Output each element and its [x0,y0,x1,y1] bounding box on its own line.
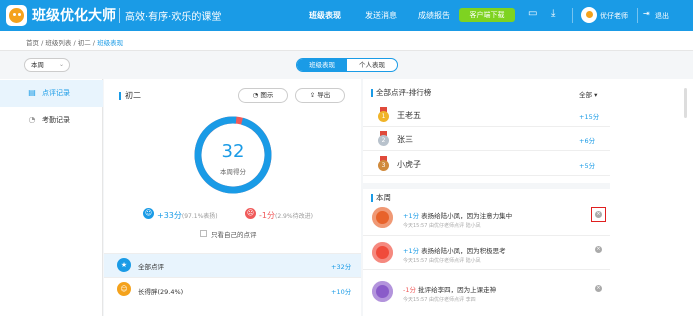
feed-meta: 今天15:57 由优仔老师点评 李四 [403,297,476,303]
frown-icon: ☹ [245,208,256,219]
divider [637,8,638,23]
nav-send-message[interactable]: 发送消息 [365,10,397,21]
scrollbar[interactable] [684,88,687,118]
breadcrumb: 首页 / 班级列表 / 初二 / 班级表现 [26,39,124,47]
app-logo [6,5,27,26]
ranking-title: 全部点评-排行榜 [371,89,431,97]
feed-meta: 今天15:57 由优仔老师点评 陆小凤 [403,223,481,229]
list-item-label: 长得胖(29.4%) [138,288,184,296]
highlight-box [591,207,606,222]
export-icon: ⇪ [309,91,316,99]
view-toggle: 班级表现 个人表现 [296,58,398,72]
positive-stat: +33分(97.1%表扬) [157,211,218,220]
delete-icon[interactable]: × [595,285,602,292]
ranking-name: 小虎子 [397,160,421,169]
feed-text: -1分 批评给李四，因为上课走神 [403,286,497,294]
feed-text: +1分 表扬给陆小凤，因为积极思考 [403,247,506,255]
score-label: 本周得分 [220,168,246,176]
score-value: 32 [221,141,245,162]
week-title: 本周 [371,194,391,202]
download-icon[interactable]: ⤓ [551,8,555,19]
list-item-value: +32分 [331,263,352,271]
gold-medal-icon: 1 [377,107,390,122]
breadcrumb-class[interactable]: 初二 [78,39,91,47]
brand-name: 班级优化大师 [32,8,116,24]
ranking-value: +6分 [579,137,596,145]
nav-grade-report[interactable]: 成绩报告 [418,10,450,21]
chevron-down-icon: ⌄ [58,61,64,68]
bronze-medal-icon: 3 [377,156,390,171]
chart-button[interactable]: ◔ 图示 [238,88,288,103]
breadcrumb-current: 班级表现 [97,39,124,47]
ranking-filter[interactable]: 全部 ▾ [579,89,597,99]
avatar: ☺ [117,282,131,296]
message-icon[interactable]: ▭ [528,8,537,19]
logout-link[interactable]: 退出 [655,11,669,21]
silver-medal-icon: 2 [377,131,390,146]
class-name: 初二 [119,92,141,100]
pie-chart-icon: ◔ [252,91,259,99]
breadcrumb-class-list[interactable]: 班级列表 [45,39,71,47]
smile-icon: ☺ [143,208,154,219]
star-icon: ★ [117,258,131,272]
sidebar-item-attendance[interactable]: 考勤记录 [0,107,103,134]
brand-slogan: 高效·有序·欢乐的课堂 [119,8,221,23]
clipboard-icon: ▤ [28,88,36,97]
list-item-label: 全部点评 [138,263,164,271]
clock-icon: ◔ [28,115,36,124]
ranking-value: +15分 [579,113,600,121]
client-download-button[interactable]: 客户端下载 [459,8,515,22]
ranking-value: +5分 [579,162,596,170]
logout-icon[interactable]: ⇥ [643,9,650,18]
negative-stat: -1分(2.9%待改进) [259,211,313,220]
search-icon [372,281,393,302]
only-mine-label: 只看自己的点评 [211,231,257,239]
ranking-name: 王老五 [397,111,421,120]
feed-meta: 今天15:57 由优仔老师点评 陆小凤 [403,258,481,264]
tab-personal-performance[interactable]: 个人表现 [347,59,397,71]
list-item-value: +10分 [331,288,352,296]
user-name[interactable]: 优仔老师 [600,11,628,21]
section-divider [363,183,610,189]
tab-class-performance[interactable]: 班级表现 [297,59,347,71]
sidebar-item-comments[interactable]: 点评记录 [0,80,103,107]
avatar[interactable] [581,7,597,23]
period-select[interactable]: 本周 ⌄ [24,58,70,72]
feed-text: +1分 表扬给陆小凤，因为注意力集中 [403,212,513,220]
export-button[interactable]: ⇪ 导出 [295,88,345,103]
divider [572,8,573,23]
caret-down-icon: ▾ [594,91,598,99]
nav-class-performance[interactable]: 班级表现 [309,10,341,21]
target-icon [372,207,393,228]
lightbulb-icon [372,242,393,263]
ranking-name: 张三 [397,135,413,144]
delete-icon[interactable]: × [595,246,602,253]
breadcrumb-home[interactable]: 首页 [26,39,39,47]
only-mine-checkbox[interactable] [200,230,207,237]
